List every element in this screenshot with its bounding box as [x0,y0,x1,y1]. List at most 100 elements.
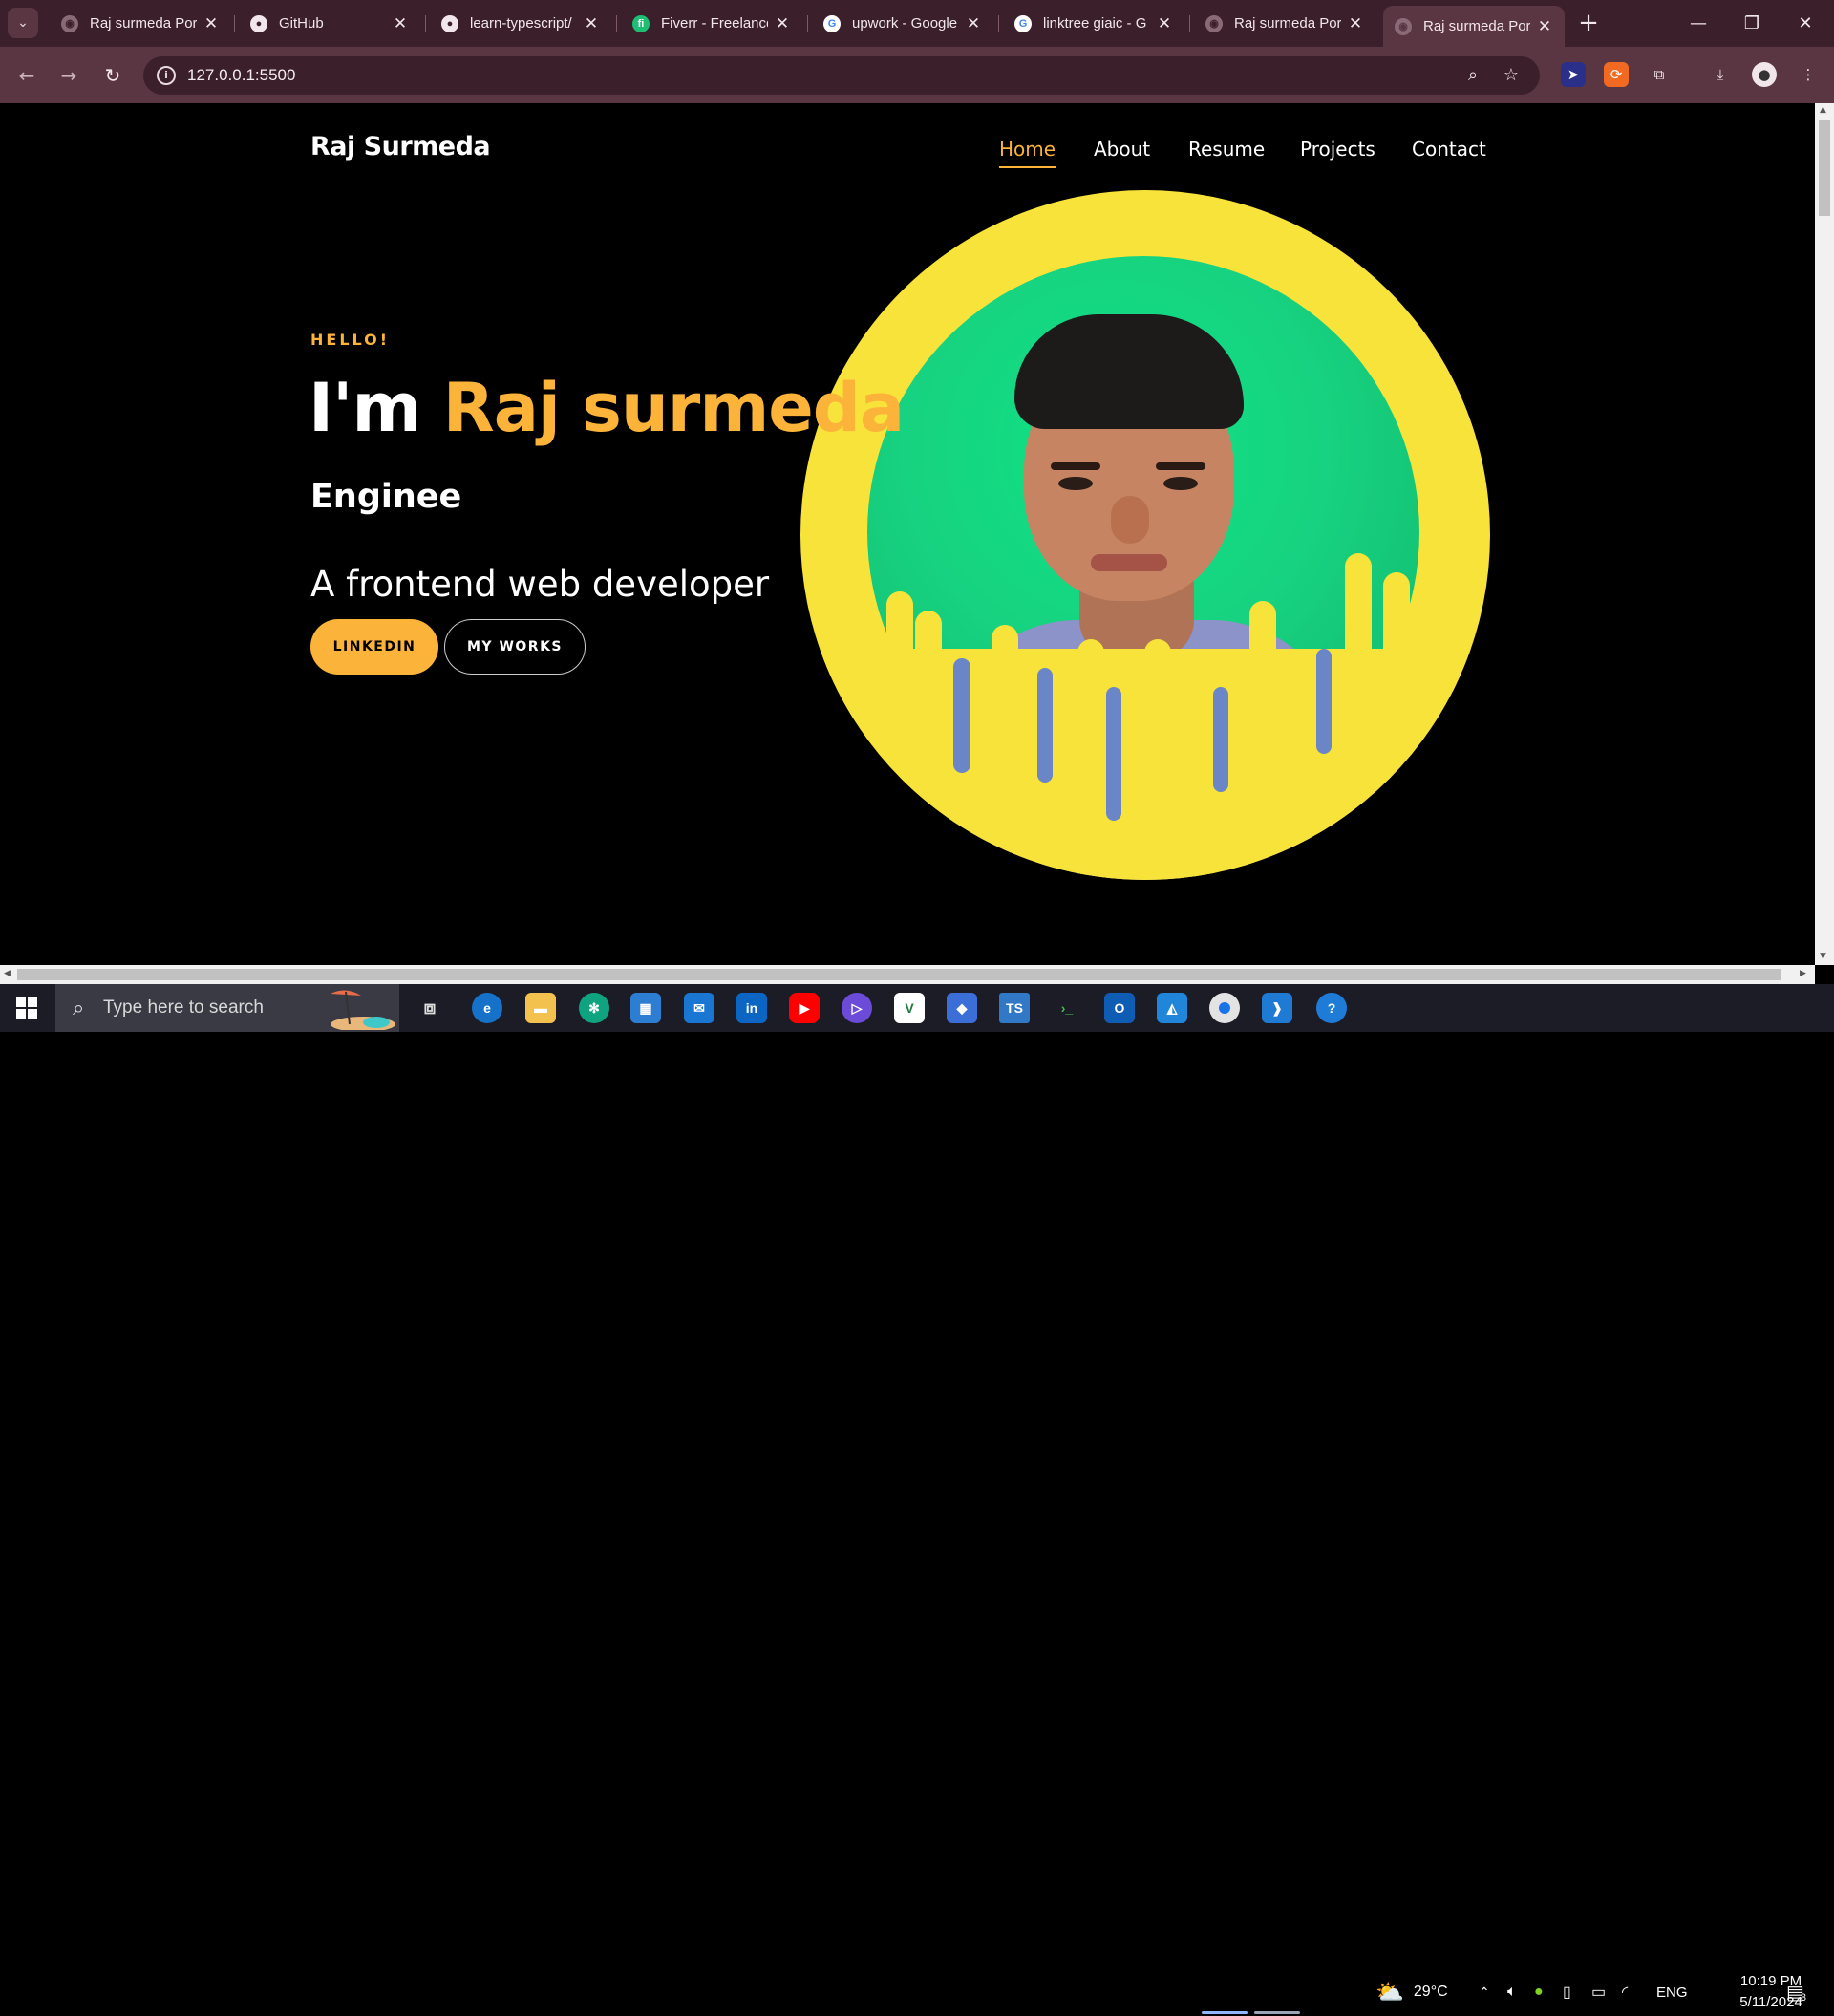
tab-title: Raj surmeda Port [90,15,197,32]
vscode-active-indicator [1254,2011,1300,2014]
tab-0[interactable]: ◉ Raj surmeda Port ✕ [50,6,231,41]
microsoft-store-icon[interactable]: ▦ [630,993,661,1023]
paint-drip [1345,553,1372,706]
paint-drip [1106,687,1121,821]
close-icon[interactable]: ✕ [1536,17,1553,36]
tab-1[interactable]: ● GitHub ✕ [239,6,420,41]
paint-drip [1383,572,1410,706]
tab-title: GitHub [279,15,324,32]
close-window-button[interactable]: ✕ [1779,6,1832,40]
globe-icon: ◉ [61,14,78,32]
tab-5[interactable]: G linktree giaic - G ✕ [1003,6,1184,41]
typescript-icon[interactable]: TS [999,993,1030,1023]
nav-contact[interactable]: Contact [1412,138,1486,161]
vuejs-dev-icon[interactable]: V [894,993,925,1023]
extensions-puzzle-icon[interactable]: ⧉ [1647,62,1672,87]
chatgpt-icon[interactable]: ✻ [579,993,609,1023]
tab-4[interactable]: G upwork - Google ✕ [812,6,993,41]
close-icon[interactable]: ✕ [965,14,982,33]
address-bar[interactable]: i 127.0.0.1:5500 ⌕ ☆ [143,56,1540,95]
linkedin-button[interactable]: LINKEDIN [310,619,438,675]
minimize-button[interactable]: — [1672,6,1725,40]
new-tab-button[interactable]: + [1574,10,1603,38]
weather-widget[interactable]: ⛅ 29°C [1376,1968,1448,2016]
close-icon[interactable]: ✕ [774,14,791,33]
url-text: 127.0.0.1:5500 [187,66,296,84]
nav-home[interactable]: Home [999,138,1056,168]
paint-drip [1249,601,1276,725]
close-icon[interactable]: ✕ [583,14,600,33]
my-works-button[interactable]: MY WORKS [444,619,586,675]
horizontal-scroll-thumb[interactable] [17,969,1781,980]
nav-resume[interactable]: Resume [1188,138,1265,161]
tab-title: Raj surmeda Port [1423,18,1530,34]
paint-drip [1316,649,1332,754]
volume-icon[interactable]: 🔈︎ [1507,1968,1517,2016]
scroll-left-arrow-icon[interactable]: ◀ [4,969,11,978]
tab-7-active[interactable]: ◉ Raj surmeda Port ✕ [1383,6,1565,47]
hero-greeting: HELLO! [310,331,391,349]
language-indicator[interactable]: ENG [1656,1968,1688,2016]
show-hidden-icons-chevron-icon[interactable]: ⌃ [1479,1968,1490,2016]
notification-center-icon[interactable]: ▤ 3 [1786,1968,1806,2016]
vertical-scroll-thumb[interactable] [1819,120,1830,216]
site-info-icon[interactable]: i [157,66,176,85]
scroll-down-arrow-icon[interactable]: ▼ [1820,952,1826,961]
extension-send-icon[interactable]: ➤ [1561,62,1586,87]
help-icon[interactable]: ? [1316,993,1347,1023]
tab-search-button[interactable]: ⌄ [8,8,38,38]
photos-icon[interactable]: ◭ [1157,993,1187,1023]
tab-title: learn-typescript/ [470,15,572,32]
start-button[interactable] [0,984,53,1032]
menu-kebab-icon[interactable]: ⋮ [1796,62,1821,87]
hero-name: Raj surmeda [442,369,905,447]
terminal-icon[interactable]: ›_ [1052,993,1082,1023]
scroll-up-arrow-icon[interactable]: ▲ [1820,105,1826,115]
paint-drip [1213,687,1228,792]
browser-toolbar: ← → ↻ i 127.0.0.1:5500 ⌕ ☆ ➤ ⟳ ⧉ ⤓ ● ⋮ [0,47,1834,103]
close-icon[interactable]: ✕ [1156,14,1173,33]
youtube-icon[interactable]: ▶ [789,993,820,1023]
wifi-icon[interactable]: ◜ [1622,1968,1628,2016]
task-view-icon[interactable]: ⧈ [415,993,445,1023]
edge-browser-icon[interactable]: e [472,993,502,1023]
vscode-icon[interactable]: ❱ [1262,993,1292,1023]
zoom-icon[interactable]: ⌕ [1461,64,1484,87]
chrome-icon[interactable] [1209,993,1240,1023]
linkedin-icon[interactable]: in [736,993,767,1023]
nav-projects[interactable]: Projects [1300,138,1376,161]
media-player-icon[interactable]: ▷ [842,993,872,1023]
download-icon[interactable]: ⤓ [1708,62,1733,87]
horizontal-scrollbar[interactable]: ◀ ▶ [0,965,1815,984]
site-logo[interactable]: Raj Surmeda [310,132,491,161]
reload-button[interactable]: ↻ [97,60,128,91]
nav-about[interactable]: About [1094,138,1150,161]
close-icon[interactable]: ✕ [392,14,409,33]
forward-button[interactable]: → [53,60,84,91]
close-icon[interactable]: ✕ [203,14,220,33]
profile-avatar-icon[interactable]: ● [1752,62,1777,87]
close-icon[interactable]: ✕ [1347,14,1364,33]
meet-now-icon[interactable]: ▯ [1563,1968,1571,2016]
tab-3[interactable]: fi Fiverr - Freelance ✕ [621,6,802,41]
extension-sync-icon[interactable]: ⟳ [1604,62,1629,87]
weather-temp: 29°C [1413,1984,1448,2000]
tab-6[interactable]: ◉ Raj surmeda Port ✕ [1194,6,1376,41]
google-icon: G [1014,14,1032,32]
file-explorer-icon[interactable]: ▬ [525,993,556,1023]
globe-icon: ◉ [1395,17,1412,35]
battery-icon[interactable]: ▭ [1591,1968,1606,2016]
vpn-shield-icon[interactable]: ● [1534,1968,1544,2016]
git-extension-icon[interactable]: ◆ [947,993,977,1023]
bookmark-star-icon[interactable]: ☆ [1500,64,1523,87]
back-button[interactable]: ← [11,60,42,91]
outlook-new-icon[interactable]: O [1104,993,1135,1023]
tab-title: linktree giaic - G [1043,15,1147,32]
restore-button[interactable]: ❐ [1725,6,1779,40]
scroll-right-arrow-icon[interactable]: ▶ [1800,969,1806,978]
vertical-scrollbar[interactable]: ▲ ▼ [1815,103,1834,965]
chrome-active-indicator [1202,2011,1248,2014]
mail-icon[interactable]: ✉ [684,993,714,1023]
tab-2[interactable]: ● learn-typescript/ ✕ [430,6,611,41]
taskbar-search-box[interactable]: ⌕ Type here to search [55,984,399,1032]
